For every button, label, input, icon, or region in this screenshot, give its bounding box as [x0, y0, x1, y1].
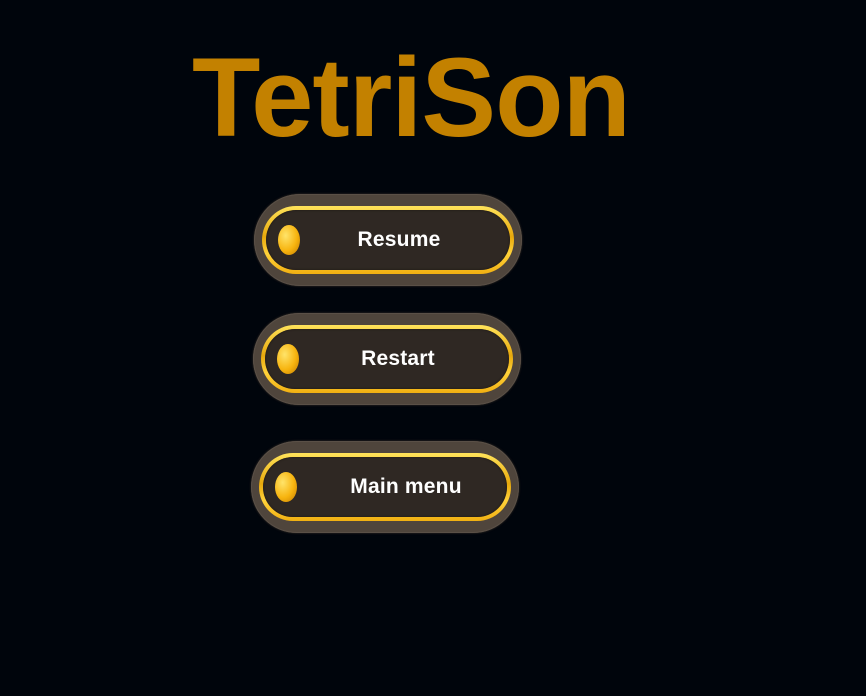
- gem-icon: [278, 225, 300, 255]
- pause-menu-screen: { "title": "TetriSon", "menu": { "resume…: [0, 0, 866, 696]
- button-face: Resume: [266, 210, 510, 270]
- button-face: Restart: [265, 329, 509, 389]
- gem-icon: [275, 472, 297, 502]
- restart-button-label: Restart: [361, 347, 435, 370]
- resume-button[interactable]: Resume: [254, 194, 522, 286]
- main-menu-button-label: Main menu: [350, 475, 462, 498]
- main-menu-button[interactable]: Main menu: [251, 441, 519, 533]
- button-ring: Main menu: [259, 453, 511, 521]
- resume-button-label: Resume: [357, 228, 441, 251]
- button-face: Main menu: [263, 457, 507, 517]
- button-ring: Restart: [261, 325, 513, 393]
- button-ring: Resume: [262, 206, 514, 274]
- game-title: TetriSon: [192, 35, 631, 160]
- gem-icon: [277, 344, 299, 374]
- restart-button[interactable]: Restart: [253, 313, 521, 405]
